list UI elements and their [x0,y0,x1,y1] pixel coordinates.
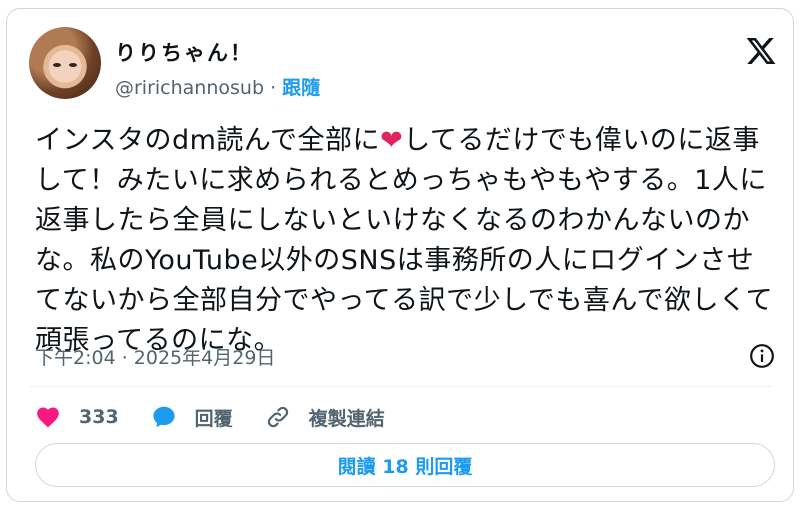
avatar[interactable] [29,27,101,99]
author-handle[interactable]: @ririchannosub [115,77,264,99]
author-display-name[interactable]: りりちゃん！ [115,37,253,67]
heart-emoji: ❤ [380,125,404,156]
tweet-timestamp[interactable]: 下午2:04 · 2025年4月29日 [35,343,275,370]
reply-bubble-icon [153,406,175,428]
copy-link-button[interactable]: 複製連結 [265,404,385,431]
author-handle-row: @ririchannosub · 跟隨 [115,73,320,100]
reply-label: 回覆 [194,407,233,430]
tweet-text-part: インスタのdm読んで全部に [35,125,381,156]
handle-separator: · [270,77,277,99]
follow-link[interactable]: 跟隨 [282,77,320,99]
tweet-card: りりちゃん！ @ririchannosub · 跟隨 インスタのdm読んで全部に… [6,8,794,502]
link-icon [267,406,288,428]
reply-button[interactable]: 回覆 [151,404,233,431]
tweet-text-part: してるだけでも偉いのに返事して！みたいに求められるとめっちゃもやもやする。1人に… [35,125,774,356]
avatar-eye [69,63,77,67]
read-replies-button[interactable]: 閱讀 18 則回覆 [35,443,775,487]
avatar-eye [53,63,61,67]
like-count: 333 [79,406,119,428]
divider [29,386,773,387]
heart-icon [37,407,59,428]
info-icon[interactable] [749,343,775,369]
copy-link-label: 複製連結 [308,407,385,430]
like-button[interactable]: 333 [35,404,119,430]
action-bar: 333 回覆 複製連結 [35,401,417,433]
tweet-text: インスタのdm読んで全部に❤してるだけでも偉いのに返事して！みたいに求められると… [35,121,775,361]
x-logo-icon[interactable] [745,35,777,67]
